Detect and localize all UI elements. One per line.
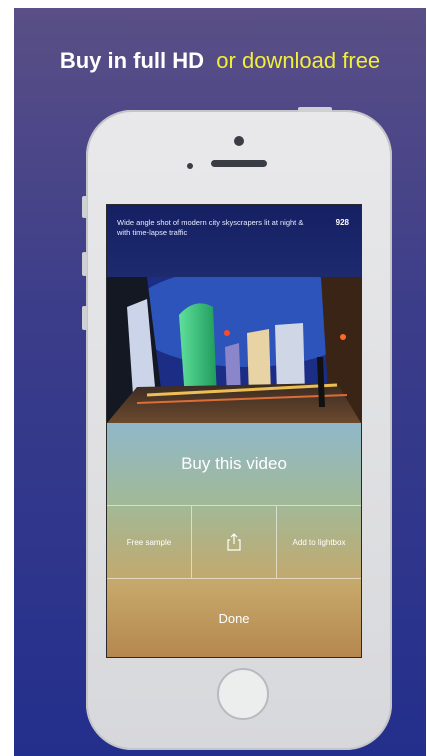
action-panel: Buy this video Free sample Add to lightb…: [107, 423, 361, 657]
buy-video-button[interactable]: Buy this video: [107, 423, 361, 506]
share-icon: [227, 533, 241, 551]
add-to-lightbox-button[interactable]: Add to lightbox: [277, 506, 361, 578]
volume-up-button: [82, 252, 87, 276]
promo-background: Buy in full HD or download free Wide ang…: [14, 8, 426, 756]
volume-down-button: [82, 306, 87, 330]
headline-part-1: Buy in full HD: [59, 48, 205, 73]
video-thumbnail[interactable]: [107, 277, 361, 423]
phone-screen: Wide angle shot of modern city skyscrape…: [106, 204, 362, 658]
phone-frame: Wide angle shot of modern city skyscrape…: [82, 107, 392, 750]
headline-part-2: or download free: [216, 48, 381, 73]
proximity-sensor: [187, 163, 193, 169]
free-sample-button[interactable]: Free sample: [107, 506, 192, 578]
video-count: 928: [335, 218, 349, 227]
earpiece-speaker: [211, 160, 267, 167]
video-info-bar: Wide angle shot of modern city skyscrape…: [107, 205, 361, 277]
promo-headline: Buy in full HD or download free: [14, 48, 426, 74]
share-button[interactable]: [192, 506, 277, 578]
video-caption: Wide angle shot of modern city skyscrape…: [117, 218, 304, 237]
done-button[interactable]: Done: [107, 579, 361, 657]
mute-switch: [82, 196, 87, 218]
home-button[interactable]: [217, 668, 269, 720]
front-camera: [234, 136, 244, 146]
secondary-actions-row: Free sample Add to lightbox: [107, 506, 361, 579]
city-skyline-image: [107, 277, 361, 423]
power-button: [298, 107, 332, 112]
